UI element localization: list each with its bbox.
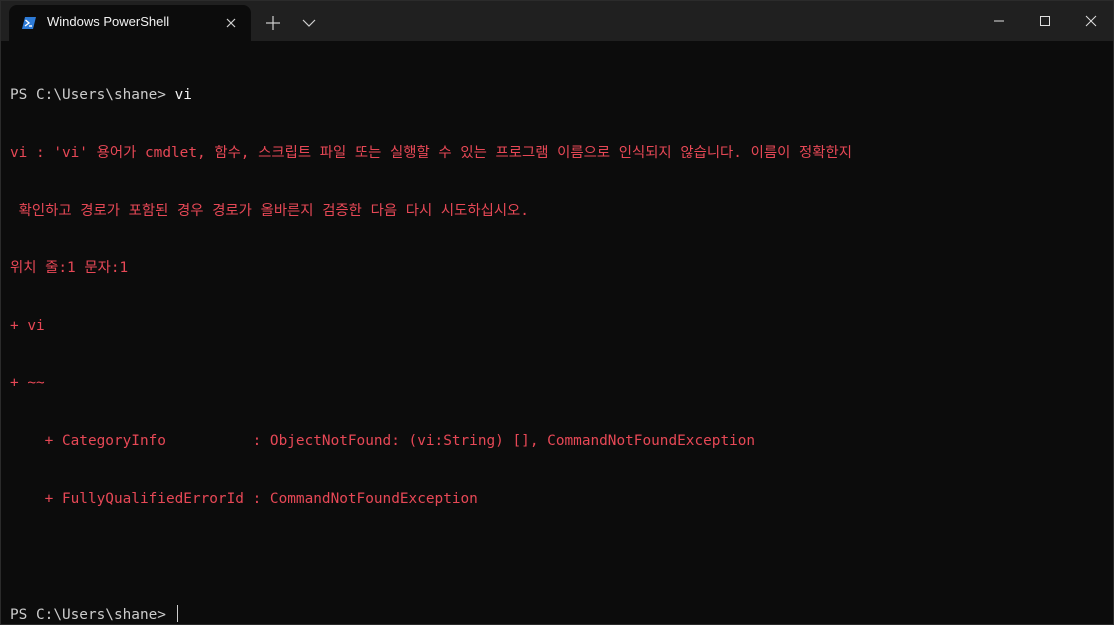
title-bar[interactable]: Windows PowerShell (1, 1, 1113, 41)
command-line: PS C:\Users\shane> (10, 604, 1113, 624)
minimize-icon (994, 20, 1004, 22)
minimize-button[interactable] (976, 1, 1022, 41)
powershell-icon (22, 17, 36, 29)
maximize-button[interactable] (1022, 1, 1068, 41)
tab-title: Windows PowerShell (47, 14, 170, 29)
prompt: PS C:\Users\shane> (10, 606, 175, 623)
error-line: 확인하고 경로가 포함된 경우 경로가 올바른지 검증한 다음 다시 시도하십시… (10, 202, 529, 219)
error-line: + ~~ (10, 375, 45, 392)
chevron-down-icon[interactable] (299, 13, 319, 33)
close-icon (1085, 15, 1097, 27)
plus-icon[interactable] (263, 13, 283, 33)
prompt: PS C:\Users\shane> (10, 87, 175, 104)
tab-powershell[interactable]: Windows PowerShell (9, 5, 251, 41)
terminal-output[interactable]: PS C:\Users\shane> vi vi : 'vi' 용어가 cmdl… (1, 41, 1113, 624)
text-cursor (176, 604, 179, 622)
command-line: PS C:\Users\shane> vi (10, 86, 1113, 105)
error-line: vi : 'vi' 용어가 cmdlet, 함수, 스크립트 파일 또는 실행할… (10, 145, 852, 161)
terminal-window: Windows PowerShell PS C:\Users\shane> vi… (0, 0, 1114, 625)
error-line: + FullyQualifiedErrorId : CommandNotFoun… (10, 490, 478, 507)
command: vi (174, 87, 192, 104)
maximize-icon (1040, 16, 1050, 26)
close-button[interactable] (1068, 1, 1114, 41)
error-line: 위치 줄:1 문자:1 (10, 260, 129, 277)
close-icon[interactable] (223, 15, 239, 31)
error-line: + vi (10, 317, 45, 334)
error-line: + CategoryInfo : ObjectNotFound: (vi:Str… (10, 432, 756, 449)
